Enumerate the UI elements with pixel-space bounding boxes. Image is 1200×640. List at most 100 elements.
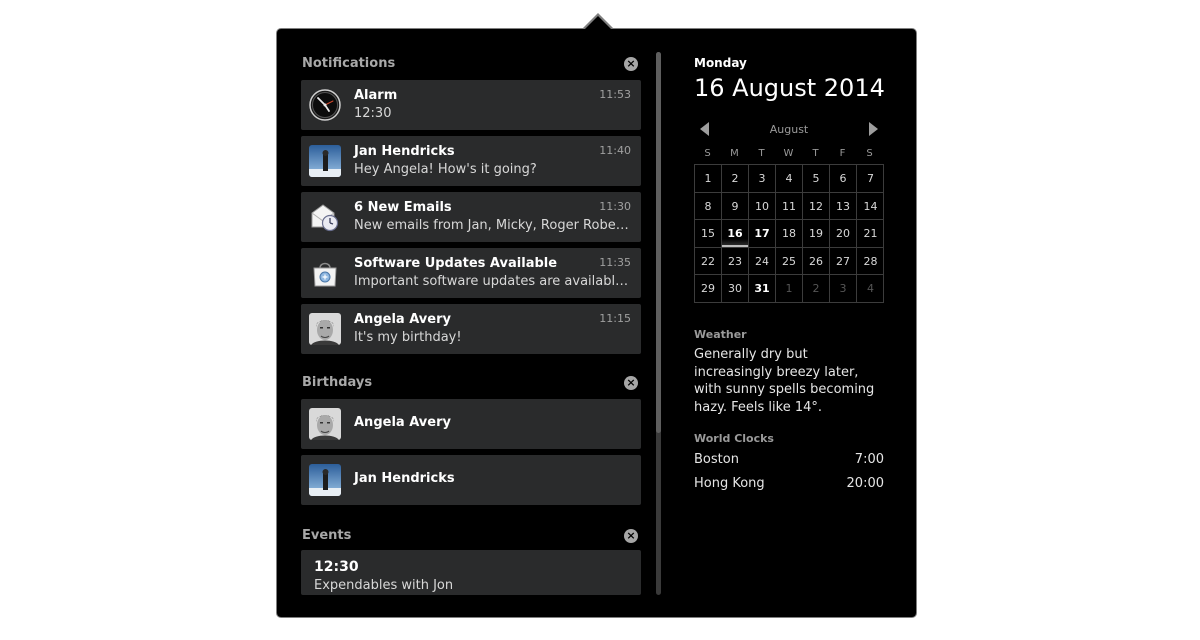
clock-city: Hong Kong (694, 476, 765, 491)
notification-jan-hendricks[interactable]: Jan Hendricks Hey Angela! How's it going… (301, 136, 641, 186)
calendar-day[interactable]: 29 (695, 275, 722, 303)
calendar-day[interactable]: 8 (695, 192, 722, 220)
calendar-day[interactable]: 15 (695, 220, 722, 248)
calendar-day[interactable]: 20 (830, 220, 857, 248)
clock-city: Boston (694, 452, 739, 467)
calendar-day[interactable]: 5 (803, 165, 830, 193)
calendar-day[interactable]: 17 (749, 220, 776, 248)
event-item[interactable]: 12:30 Expendables with Jon (301, 550, 641, 595)
event-title: Expendables with Jon (314, 578, 454, 593)
calendar-day[interactable]: 28 (857, 248, 884, 275)
calendar-day[interactable]: 12 (803, 192, 830, 220)
birthday-angela-avery[interactable]: Angela Avery (301, 399, 641, 449)
clock-time: 20:00 (846, 476, 884, 491)
calendar-day[interactable]: 27 (830, 247, 857, 275)
calendar-day[interactable]: 6 (830, 165, 857, 193)
calendar-day[interactable]: 30 (722, 275, 749, 303)
clear-events-button[interactable]: × (624, 529, 638, 543)
avatar-jan (309, 464, 341, 496)
notification-title: Angela Avery (354, 312, 451, 327)
weekday-header: S (704, 148, 711, 159)
weather-description: Generally dry but increasingly breezy la… (694, 347, 875, 415)
clock-time: 7:00 (854, 452, 884, 467)
notifications-title: Notifications (302, 56, 396, 71)
calendar-day-today[interactable]: 16 (722, 220, 749, 248)
calendar-day[interactable]: 3 (749, 165, 776, 193)
notification-time: 11:15 (599, 312, 631, 325)
notifications-scrollbar[interactable] (656, 52, 661, 595)
weekday-header: T (812, 148, 819, 159)
weather-title: Weather (694, 328, 747, 341)
previous-month-icon[interactable] (700, 122, 709, 136)
birthday-jan-hendricks[interactable]: Jan Hendricks (301, 455, 641, 505)
events-header: Events × (302, 528, 642, 548)
calendar-day[interactable]: 25 (776, 247, 803, 275)
weekday-header: W (783, 148, 794, 159)
notification-title: Software Updates Available (354, 256, 558, 271)
weekday-label: Monday (694, 56, 747, 70)
notification-new-emails[interactable]: 6 New Emails New emails from Jan, Micky,… (301, 192, 641, 242)
avatar-jan (309, 145, 341, 177)
notification-title: Jan Hendricks (354, 144, 455, 159)
notification-title: 6 New Emails (354, 200, 452, 215)
avatar-angela (309, 408, 341, 440)
notification-body: It's my birthday! (354, 330, 462, 345)
calendar-day[interactable]: 2 (722, 165, 749, 193)
notification-body: Important software updates are available… (354, 274, 631, 289)
weekday-header: F (839, 148, 846, 159)
weekday-header: T (758, 148, 765, 159)
calendar-day[interactable]: 23 (722, 247, 749, 275)
calendar-grid: 1 2 3 4 5 6 7 8 9 10 11 12 13 14 15 16 17 18 19 20 21 22 23 24 2… (694, 164, 884, 303)
calendar-day[interactable]: 14 (857, 193, 884, 220)
calendar-day[interactable]: 18 (776, 220, 803, 248)
software-bag-icon (309, 257, 341, 289)
calendar-day[interactable]: 19 (803, 220, 830, 248)
notification-time: 11:30 (599, 200, 631, 213)
birthday-name: Angela Avery (354, 415, 451, 430)
calendar-day[interactable]: 9 (722, 192, 749, 220)
notifications-header: Notifications × (302, 56, 642, 76)
calendar-day[interactable]: 7 (857, 165, 884, 193)
clock-icon (309, 89, 341, 121)
notification-time: 11:40 (599, 144, 631, 157)
popover-arrow-fill (584, 16, 612, 30)
calendar-day[interactable]: 1 (776, 275, 803, 303)
calendar-day[interactable]: 2 (803, 275, 830, 303)
clear-notifications-button[interactable]: × (624, 57, 638, 71)
notification-angela-avery[interactable]: Angela Avery It's my birthday! 11:15 (301, 304, 641, 354)
scrollbar-thumb[interactable] (656, 52, 661, 433)
calendar-day[interactable]: 4 (776, 165, 803, 193)
notification-body: Hey Angela! How's it going? (354, 162, 537, 177)
weekday-header: S (866, 148, 873, 159)
event-time: 12:30 (314, 559, 359, 575)
calendar-day[interactable]: 11 (776, 192, 803, 220)
next-month-icon[interactable] (869, 122, 878, 136)
avatar-angela (309, 313, 341, 345)
calendar-day[interactable]: 1 (695, 165, 722, 193)
notification-time: 11:53 (599, 88, 631, 101)
calendar-day[interactable]: 13 (830, 192, 857, 220)
calendar-day[interactable]: 3 (830, 275, 857, 303)
calendar-day[interactable]: 26 (803, 247, 830, 275)
calendar-day[interactable]: 10 (749, 192, 776, 220)
world-clocks-title: World Clocks (694, 432, 774, 445)
calendar-day[interactable]: 4 (857, 275, 884, 303)
notification-time: 11:35 (599, 256, 631, 269)
calendar-day[interactable]: 22 (695, 247, 722, 275)
calendar-month-label: August (769, 123, 809, 136)
birthdays-title: Birthdays (302, 375, 373, 390)
birthdays-header: Birthdays × (302, 375, 642, 395)
birthday-name: Jan Hendricks (354, 471, 455, 486)
notification-software-updates[interactable]: Software Updates Available Important sof… (301, 248, 641, 298)
weekday-header: M (730, 148, 739, 159)
notification-body: New emails from Jan, Micky, Roger Robert… (354, 218, 631, 233)
mail-icon (309, 201, 341, 233)
notification-title: Alarm (354, 88, 398, 103)
calendar-day[interactable]: 24 (749, 247, 776, 275)
clear-birthdays-button[interactable]: × (624, 376, 638, 390)
notification-alarm[interactable]: Alarm 12:30 11:53 (301, 80, 641, 130)
events-title: Events (302, 528, 352, 543)
notification-body: 12:30 (354, 106, 392, 121)
calendar-day[interactable]: 31 (749, 275, 776, 303)
calendar-day[interactable]: 21 (857, 220, 884, 248)
